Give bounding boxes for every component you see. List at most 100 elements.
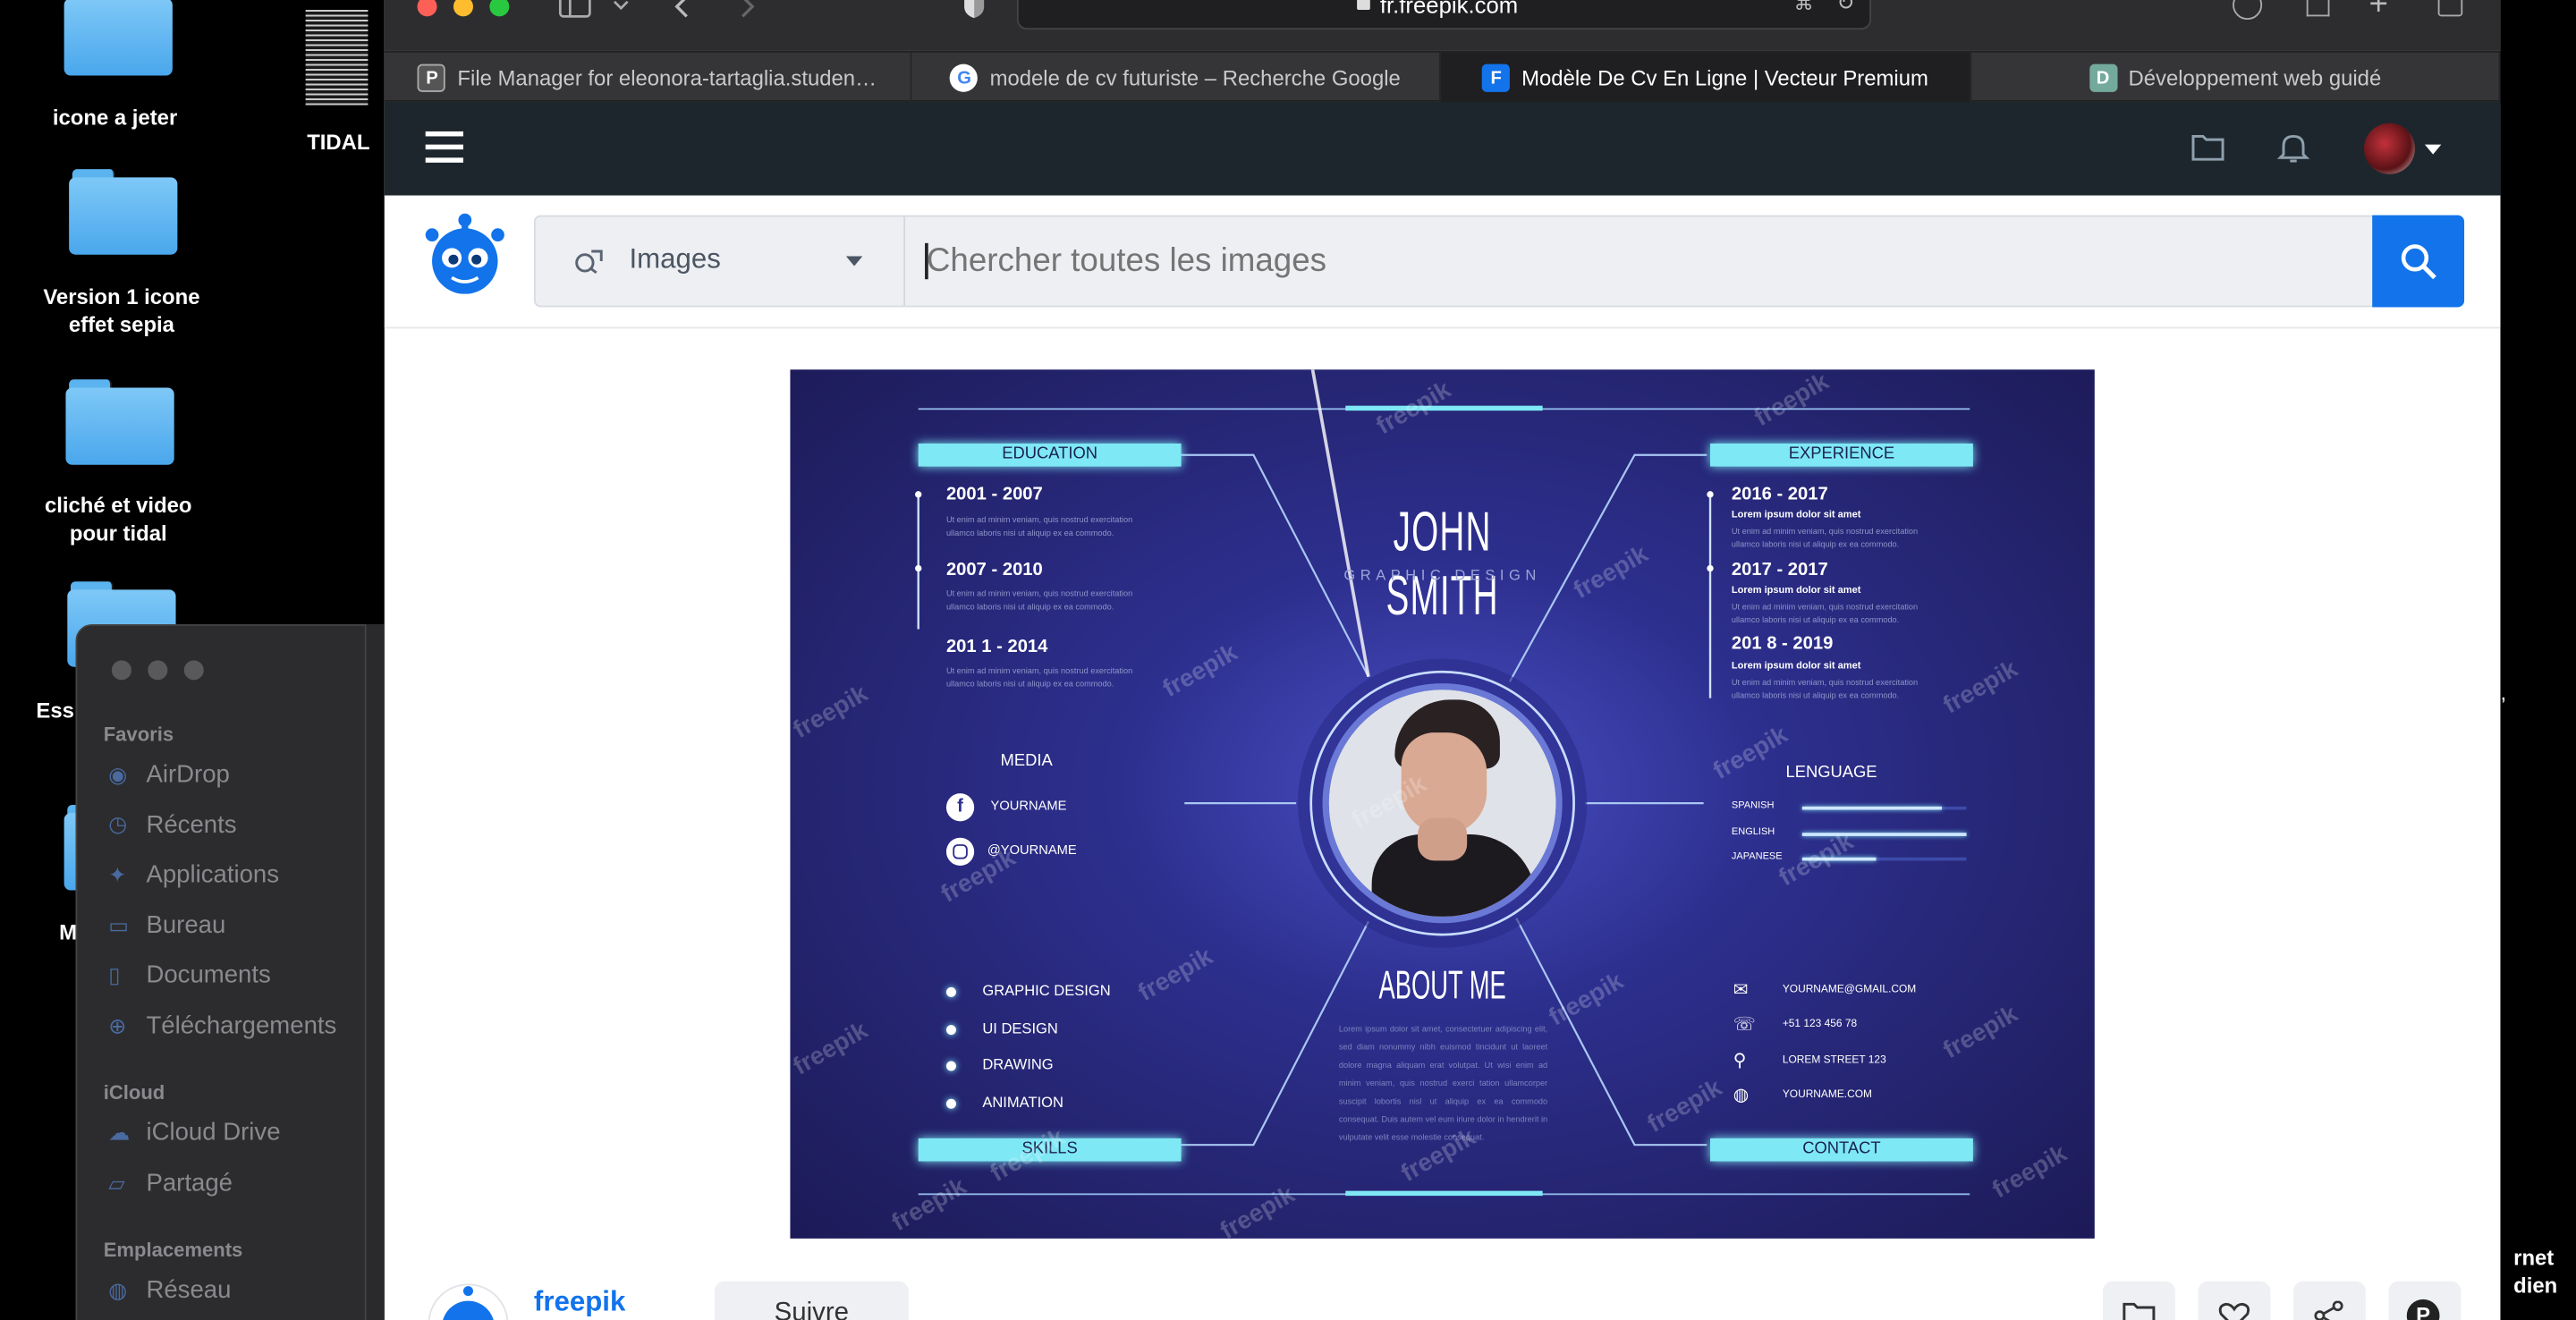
window-edge (364, 623, 385, 1320)
tab-openai[interactable]: D Développement web guidé (1971, 52, 2501, 104)
sidebar-section-favorites: Favoris (103, 723, 174, 746)
experience-subtitle: Lorem ipsum dolor sit amet (1731, 662, 1861, 673)
folder-icon[interactable] (69, 169, 178, 255)
sidebar-toggle-icon[interactable] (558, 0, 591, 18)
google-favicon: G (950, 63, 979, 92)
search-type-label: Images (629, 242, 721, 275)
add-to-collection-button[interactable] (2102, 1281, 2175, 1320)
caret-down-icon (845, 256, 863, 267)
cloud-icon: ☁ (108, 1120, 131, 1146)
tab-bar: P File Manager for eleonora-tartaglia.st… (384, 50, 2501, 104)
window-close-button[interactable] (111, 660, 131, 681)
search-button[interactable] (2372, 215, 2465, 308)
privacy-shield-icon[interactable] (962, 0, 986, 20)
browser-window: fr.freepik.com ⌘ ↻ + P File Manager for … (384, 0, 2501, 1320)
sidebar-item-airdrop[interactable]: AirDrop (146, 760, 229, 788)
education-desc: Ut enim ad minim veniam, quis nostrud ex… (945, 515, 1133, 539)
freepik-logo-icon[interactable] (422, 212, 508, 294)
applications-icon: ✦ (108, 862, 127, 887)
folder-icon[interactable] (65, 379, 174, 465)
tab-file-manager[interactable]: P File Manager for eleonora-tartaglia.st… (385, 52, 912, 104)
sidebar-item-network[interactable]: Réseau (146, 1276, 231, 1304)
like-button[interactable] (2198, 1281, 2271, 1320)
education-title: EDUCATION (1002, 444, 1098, 463)
desktop-text-fragment: rnet (2513, 1245, 2555, 1270)
download-icon[interactable] (2233, 0, 2263, 21)
hamburger-menu-icon[interactable] (425, 131, 463, 163)
sidebar-item-icloud-drive[interactable]: iCloud Drive (146, 1119, 280, 1147)
desktop-icon-label[interactable]: TIDAL (302, 128, 375, 156)
sidebar-item-downloads[interactable]: Téléchargements (146, 1011, 336, 1039)
new-tab-icon[interactable]: + (2369, 0, 2388, 25)
window-zoom-button[interactable] (489, 0, 510, 17)
experience-desc: Ut enim ad minim veniam, quis nostrud ex… (1731, 527, 1919, 551)
skill-label: ANIMATION (982, 1093, 1063, 1110)
skill-label: DRAWING (982, 1055, 1054, 1073)
language-name: JAPANESE (1731, 852, 1783, 863)
translate-icon[interactable]: ⌘ (1794, 0, 1814, 15)
freepik-author-avatar[interactable] (426, 1282, 512, 1320)
desktop-icon-label[interactable]: Version 1 icone effet sepia (23, 283, 220, 338)
folder-icon[interactable] (64, 0, 173, 76)
folder-icon[interactable] (2191, 133, 2224, 161)
experience-subtitle: Lorem ipsum dolor sit amet (1731, 511, 1861, 521)
sidebar-item-applications[interactable]: Applications (146, 860, 279, 888)
freepik-top-nav (384, 101, 2501, 196)
tab-freepik[interactable]: F Modèle De Cv En Ligne | Vecteur Premiu… (1440, 52, 1972, 104)
cv-role: GRAPHIC DESIGN (1343, 566, 1541, 584)
screen: icone a jeter Version 1 icone effet sepi… (0, 0, 2576, 1320)
desktop-icon-label[interactable]: icone a jeter (16, 104, 213, 131)
caret-down-icon[interactable] (2424, 144, 2442, 155)
sidebar-item-documents[interactable]: Documents (146, 960, 270, 988)
author-name[interactable]: freepik (534, 1286, 625, 1319)
language-bar-fill (1801, 806, 1942, 810)
bell-icon[interactable] (2276, 131, 2310, 165)
desktop-icon: ▭ (108, 913, 129, 938)
experience-years: 201 8 - 2019 (1731, 633, 1834, 655)
mail-icon: ✉ (1733, 980, 1749, 1001)
pinterest-button[interactable]: P (2388, 1281, 2462, 1320)
window-minimize-button[interactable] (148, 660, 168, 681)
education-years: 201 1 - 2014 (945, 637, 1048, 657)
reload-icon[interactable]: ↻ (1836, 0, 1854, 16)
about-title: ABOUT ME (1378, 964, 1506, 1009)
sidebar-item-desktop[interactable]: Bureau (146, 911, 225, 939)
phone-icon: ☏ (1733, 1015, 1757, 1036)
skill-bullet (945, 1024, 956, 1035)
follow-button[interactable]: Suivre (714, 1281, 909, 1320)
shared-folder-icon: ▱ (108, 1171, 125, 1197)
search-input[interactable] (926, 236, 2356, 286)
avatar[interactable] (2364, 123, 2415, 174)
location-pin-icon: ⚲ (1733, 1050, 1747, 1070)
freepik-favicon: F (1482, 63, 1511, 92)
cv-preview-image[interactable]: JOHN SMITH GRAPHIC DESIGN EDUCATION 2001… (790, 369, 2095, 1239)
skill-label: UI DESIGN (982, 1019, 1058, 1037)
experience-title: EXPERIENCE (1788, 444, 1895, 463)
desktop-icon-label[interactable]: cliché et video pour tidal (20, 491, 216, 546)
window-zoom-button[interactable] (183, 660, 204, 681)
window-minimize-button[interactable] (453, 0, 473, 17)
window-close-button[interactable] (417, 0, 437, 17)
search-type-dropdown[interactable]: Images (536, 216, 906, 306)
sidebar-item-recents[interactable]: Récents (146, 811, 236, 839)
desktop-text-fragment: dien (2513, 1273, 2558, 1298)
contact-title: CONTACT (1802, 1139, 1881, 1158)
search-icon (2401, 244, 2436, 280)
document-icon: ▯ (108, 962, 121, 987)
share-icon[interactable] (2306, 0, 2330, 17)
tab-google-search[interactable]: G modele de cv futuriste – Recherche Goo… (911, 52, 1441, 104)
chevron-down-icon[interactable] (613, 0, 629, 13)
tab-overview-icon[interactable] (2437, 0, 2463, 17)
file-manager-favicon: P (418, 63, 446, 92)
language-name: ENGLISH (1731, 826, 1775, 837)
instagram-icon (945, 837, 975, 866)
share-button[interactable] (2293, 1281, 2366, 1320)
forward-icon[interactable] (740, 0, 756, 18)
url-text[interactable]: fr.freepik.com (1380, 0, 1518, 18)
sidebar-item-shared[interactable]: Partagé (146, 1170, 233, 1197)
browser-toolbar: fr.freepik.com ⌘ ↻ + (384, 0, 2501, 51)
document-thumbnail[interactable] (305, 10, 369, 106)
back-icon[interactable] (674, 0, 690, 18)
experience-desc: Ut enim ad minim veniam, quis nostrud ex… (1731, 678, 1919, 702)
experience-years: 2016 - 2017 (1731, 484, 1828, 504)
